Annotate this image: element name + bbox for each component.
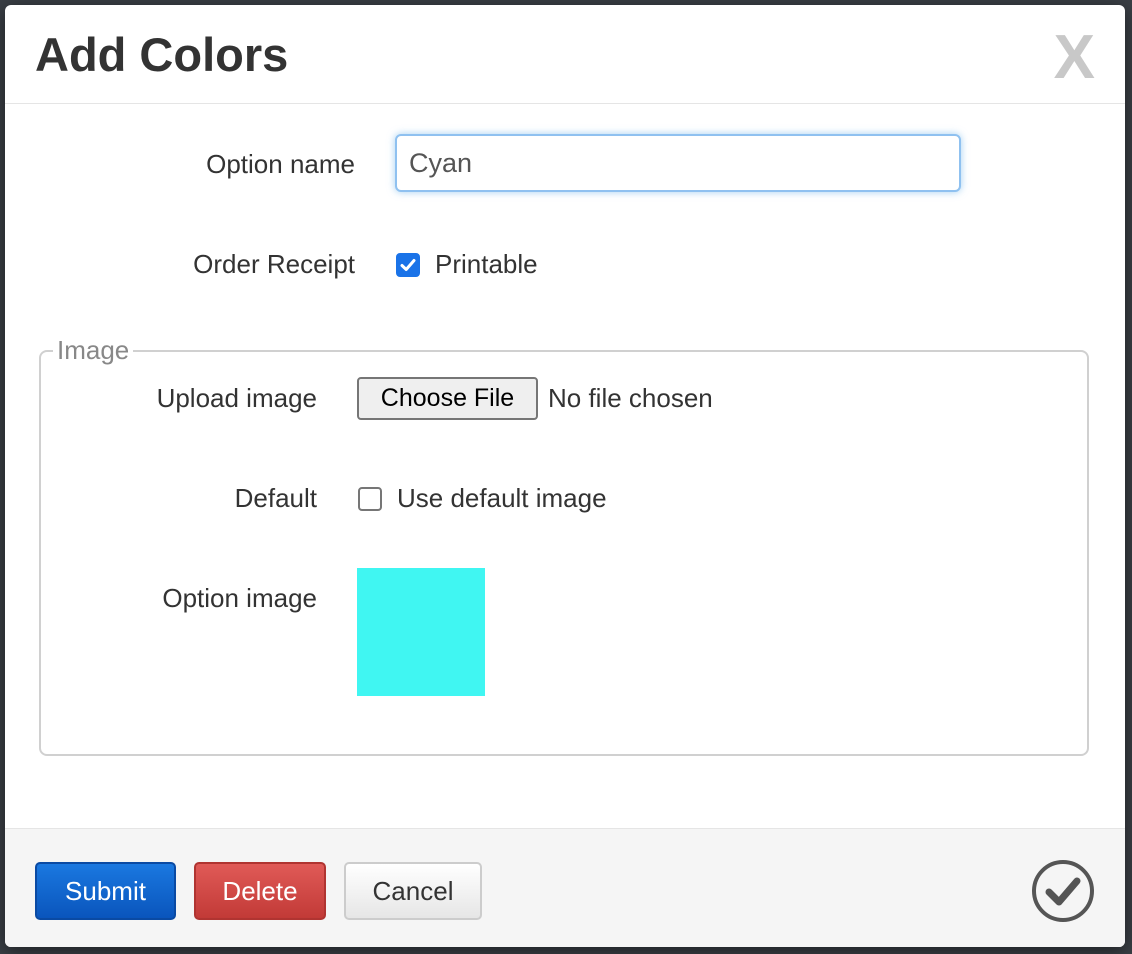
- upload-image-label: Upload image: [156, 383, 317, 413]
- dialog-title: Add Colors: [35, 28, 289, 81]
- delete-button[interactable]: Delete: [194, 862, 326, 920]
- default-label: Default: [234, 483, 317, 513]
- close-icon[interactable]: X: [1054, 27, 1095, 89]
- option-image-label: Option image: [162, 583, 317, 613]
- check-circle-icon[interactable]: [1031, 859, 1095, 923]
- option-name-input[interactable]: [395, 134, 961, 192]
- add-colors-dialog: Add Colors X Option name Order Receipt P…: [5, 5, 1125, 947]
- option-name-label: Option name: [206, 149, 355, 179]
- use-default-image-label: Use default image: [397, 483, 607, 513]
- dialog-header: Add Colors X: [5, 5, 1125, 104]
- submit-button[interactable]: Submit: [35, 862, 176, 920]
- printable-label: Printable: [435, 249, 538, 279]
- no-file-chosen-text: No file chosen: [548, 383, 713, 413]
- dialog-footer: Submit Delete Cancel: [5, 828, 1125, 947]
- choose-file-button[interactable]: Choose File: [357, 377, 538, 420]
- image-legend: Image: [53, 334, 134, 366]
- order-receipt-label: Order Receipt: [193, 249, 355, 279]
- use-default-image-checkbox[interactable]: [358, 487, 382, 511]
- checkmark-icon: [400, 259, 416, 271]
- cancel-button[interactable]: Cancel: [344, 862, 482, 920]
- printable-checkbox[interactable]: [396, 253, 420, 277]
- option-image-swatch: [357, 568, 485, 696]
